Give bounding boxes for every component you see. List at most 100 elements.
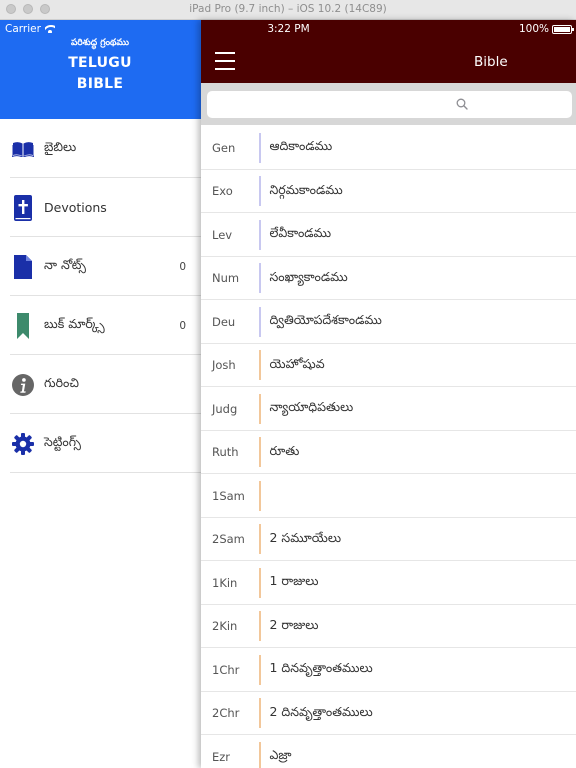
book-abbreviation: Num bbox=[212, 271, 240, 286]
battery-icon bbox=[552, 24, 574, 34]
book-name: 2 సమూయేలు bbox=[269, 529, 342, 545]
app-logo: పరిశుద్ధ గ్రంథము TELUGU BIBLE bbox=[68, 36, 132, 112]
book-abbreviation: Exo bbox=[212, 184, 233, 199]
menu-count-bookmarks: 0 bbox=[179, 319, 186, 332]
book-row-divider bbox=[259, 567, 261, 598]
search-input[interactable] bbox=[215, 91, 545, 118]
menu-item-about[interactable]: గురించి bbox=[0, 355, 201, 414]
book-row[interactable]: 1Kin 1 రాజులు bbox=[201, 561, 576, 605]
book-row[interactable]: Ruth రూతు bbox=[201, 431, 576, 475]
book-abbreviation: Lev bbox=[212, 227, 233, 242]
book-row[interactable]: Judg న్యాయాధిపతులు bbox=[201, 387, 576, 431]
book-row[interactable]: Gen ఆదికాండము bbox=[201, 126, 576, 170]
book-row[interactable]: 1Chr 1 దినవృత్తాంతములు bbox=[201, 648, 576, 692]
menu-label-bookmarks: బుక్ మార్క్స్ bbox=[44, 316, 105, 331]
note-icon bbox=[12, 254, 34, 280]
menu-item-bible[interactable]: బైబిలు bbox=[0, 119, 201, 178]
book-row[interactable]: 1Sam bbox=[201, 474, 576, 518]
book-name: 1 దినవృత్తాంతములు bbox=[269, 660, 373, 676]
book-row-divider bbox=[259, 176, 261, 207]
book-name: ఎజ్రా bbox=[269, 747, 292, 763]
book-row-divider bbox=[259, 654, 261, 685]
book-abbreviation: Gen bbox=[212, 140, 236, 155]
search-icon bbox=[456, 98, 468, 110]
book-row-divider bbox=[259, 132, 261, 163]
book-row-divider bbox=[259, 524, 261, 555]
simulator-title-bar: iPad Pro (9.7 inch) – iOS 10.2 (14C89) bbox=[0, 0, 576, 20]
book-name: లేవీకాండము bbox=[269, 225, 332, 241]
book-row-divider bbox=[259, 480, 261, 511]
nav-title: Bible bbox=[201, 54, 576, 70]
book-row-divider bbox=[259, 219, 261, 250]
menu-label-devotions: Devotions bbox=[44, 200, 107, 215]
book-name: ద్వితియోపదేశకాండము bbox=[269, 312, 382, 328]
bible-cross-icon bbox=[12, 194, 34, 221]
book-abbreviation: 2Kin bbox=[212, 619, 238, 634]
menu-item-my-notes[interactable]: నా నోట్స్ 0 bbox=[0, 237, 201, 296]
nav-title-text: Bible bbox=[474, 54, 508, 70]
drawer-header: Carrier పరిశుద్ధ గ్రంథము TELUGU BIBLE bbox=[0, 20, 201, 119]
book-row[interactable]: Num సంఖ్యాకాండము bbox=[201, 257, 576, 301]
book-abbreviation: Judg bbox=[212, 401, 238, 416]
logo-line-2: BIBLE bbox=[76, 76, 124, 92]
book-name: నిర్గమకాండము bbox=[269, 181, 343, 197]
wifi-icon bbox=[45, 25, 55, 33]
side-drawer: Carrier పరిశుద్ధ గ్రంథము TELUGU BIBLE బై… bbox=[0, 20, 201, 768]
book-row-divider bbox=[259, 611, 261, 642]
search-bar bbox=[201, 83, 576, 125]
book-name: 2 దినవృత్తాంతములు bbox=[269, 703, 373, 719]
battery-percent: 100% bbox=[518, 23, 549, 35]
book-abbreviation: Deu bbox=[212, 314, 236, 329]
book-row-divider bbox=[259, 306, 261, 337]
menu-label-bible: బైబిలు bbox=[44, 139, 77, 154]
book-row[interactable]: Exo నిర్గమకాండము bbox=[201, 170, 576, 214]
status-battery: 100% bbox=[518, 23, 574, 35]
book-abbreviation: 2Chr bbox=[212, 706, 240, 721]
book-abbreviation: Ezr bbox=[212, 749, 231, 764]
book-name: యెహోషువ bbox=[269, 355, 325, 371]
search-field[interactable] bbox=[207, 91, 572, 118]
book-row-divider bbox=[259, 437, 261, 468]
info-icon bbox=[12, 372, 34, 398]
menu-label-my-notes: నా నోట్స్ bbox=[44, 257, 86, 272]
book-name: 1 రాజులు bbox=[269, 573, 319, 589]
book-abbreviation: Josh bbox=[212, 358, 236, 373]
book-row-divider bbox=[259, 698, 261, 729]
gear-icon bbox=[12, 431, 34, 457]
book-abbreviation: 1Kin bbox=[212, 575, 238, 590]
book-abbreviation: 1Chr bbox=[212, 662, 240, 677]
book-name: ఆదికాండము bbox=[269, 138, 333, 154]
book-list: Gen ఆదికాండము Exo నిర్గమకాండము Lev లేవీకాండము… bbox=[201, 126, 576, 768]
book-abbreviation: Ruth bbox=[212, 445, 239, 460]
book-row[interactable]: Lev లేవీకాండము bbox=[201, 213, 576, 257]
book-name: రూతు bbox=[269, 442, 300, 458]
menu-item-devotions[interactable]: Devotions bbox=[0, 178, 201, 237]
book-row[interactable]: Ezr ఎజ్రా bbox=[201, 735, 576, 768]
book-row-divider bbox=[259, 263, 261, 294]
book-row-divider bbox=[259, 393, 261, 424]
carrier-label: Carrier bbox=[5, 23, 41, 35]
book-row[interactable]: 2Chr 2 దినవృత్తాంతములు bbox=[201, 692, 576, 736]
logo-line-1: TELUGU bbox=[68, 55, 132, 71]
book-row[interactable]: 2Kin 2 రాజులు bbox=[201, 605, 576, 649]
drawer-menu: బైబిలు Devotions నా నోట్స్ 0 బుక్ మార్క్… bbox=[0, 119, 201, 473]
book-icon bbox=[12, 136, 34, 162]
status-time: 3:22 PM bbox=[267, 23, 310, 35]
simulator-title: iPad Pro (9.7 inch) – iOS 10.2 (14C89) bbox=[189, 3, 387, 15]
menu-count-my-notes: 0 bbox=[179, 260, 186, 273]
book-row-divider bbox=[259, 741, 261, 768]
book-abbreviation: 1Sam bbox=[212, 488, 245, 503]
book-abbreviation: 2Sam bbox=[212, 532, 245, 547]
main-panel: 3:22 PM 100% Bible Gen ఆదికాండము Exo నిర్గమ… bbox=[201, 20, 576, 768]
menu-item-settings[interactable]: సెట్టింగ్స్ bbox=[0, 414, 201, 473]
book-row[interactable]: Josh యెహోషువ bbox=[201, 344, 576, 388]
status-carrier: Carrier bbox=[5, 23, 55, 35]
bookmark-icon bbox=[12, 312, 34, 339]
menu-item-bookmarks[interactable]: బుక్ మార్క్స్ 0 bbox=[0, 296, 201, 355]
book-row[interactable]: 2Sam 2 సమూయేలు bbox=[201, 518, 576, 562]
menu-label-about: గురించి bbox=[44, 375, 79, 390]
book-name: సంఖ్యాకాండము bbox=[269, 268, 348, 284]
book-row[interactable]: Deu ద్వితియోపదేశకాండము bbox=[201, 300, 576, 344]
menu-label-settings: సెట్టింగ్స్ bbox=[44, 434, 82, 449]
book-name: న్యాయాధిపతులు bbox=[269, 399, 354, 415]
